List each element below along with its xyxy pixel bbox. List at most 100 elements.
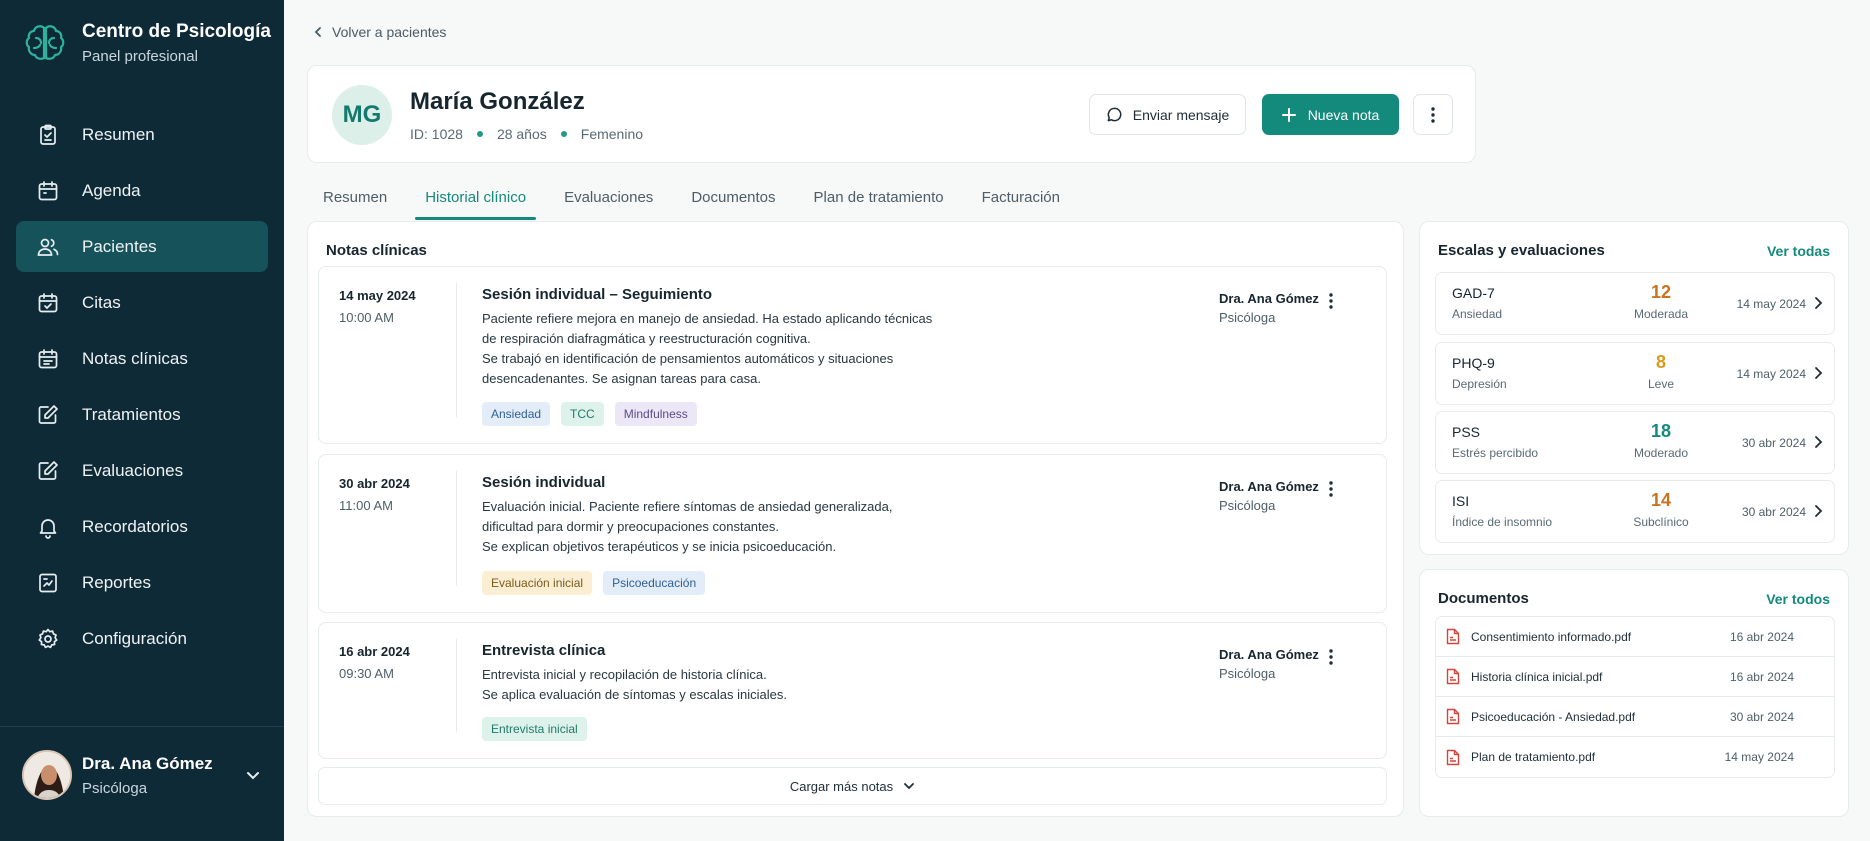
tab-evaluaciones[interactable]: Evaluaciones <box>548 184 669 220</box>
tag: Evaluación inicial <box>482 571 593 595</box>
scale-row[interactable]: GAD-7 Ansiedad 12 Moderada 14 may 2024 <box>1435 272 1835 335</box>
scale-row[interactable]: PHQ-9 Depresión 8 Leve 14 may 2024 <box>1435 342 1835 405</box>
document-row[interactable]: Consentimiento informado.pdf 16 abr 2024 <box>1436 617 1834 657</box>
sidebar-item-label: Configuración <box>82 628 187 648</box>
clinical-note[interactable]: 16 abr 2024 09:30 AM Entrevista clínica … <box>318 622 1387 759</box>
scale-date: 14 may 2024 <box>1736 297 1806 311</box>
brand-title: Centro de Psicología <box>82 21 271 42</box>
sidebar-item-label: Reportes <box>82 572 151 592</box>
load-more-label: Cargar más notas <box>789 778 894 794</box>
scale-description: Estrés percibido <box>1452 446 1539 460</box>
tab-documentos[interactable]: Documentos <box>675 184 791 220</box>
note-author-role: Psicóloga <box>1219 310 1276 325</box>
scale-level: Subclínico <box>1633 515 1689 529</box>
chevron-down-icon[interactable] <box>244 766 262 784</box>
gear-icon <box>38 628 58 648</box>
more-options-button[interactable] <box>1413 94 1453 135</box>
chevron-right-icon <box>1815 367 1823 379</box>
sidebar-item-agenda[interactable]: Agenda <box>16 165 268 216</box>
document-name: Historia clínica inicial.pdf <box>1471 669 1603 684</box>
scale-date: 30 abr 2024 <box>1741 436 1806 450</box>
view-all-documents-link[interactable]: Ver todos <box>1766 591 1830 607</box>
sidebar-item-tratamientos[interactable]: Tratamientos <box>16 389 268 440</box>
note-author-role: Psicóloga <box>1219 498 1276 513</box>
note-author-role: Psicóloga <box>1219 666 1276 681</box>
sidebar-item-citas[interactable]: Citas <box>16 277 268 328</box>
document-date: 16 abr 2024 <box>1729 629 1794 644</box>
pdf-file-icon <box>1446 668 1460 685</box>
patient-meta: ID: 1028 28 años Femenino <box>410 126 643 142</box>
tab-plan-de-tratamiento[interactable]: Plan de tratamiento <box>798 184 960 220</box>
new-note-button[interactable]: Nueva nota <box>1262 94 1399 135</box>
user-profile[interactable]: Dra. Ana Gómez Psicóloga <box>22 750 262 800</box>
more-vertical-icon <box>1329 649 1333 665</box>
panel-title: Notas clínicas <box>326 242 427 259</box>
scale-name: ISI <box>1452 493 1470 509</box>
tag: Ansiedad <box>482 402 551 426</box>
load-more-button[interactable]: Cargar más notas <box>318 767 1387 805</box>
tab-resumen[interactable]: Resumen <box>307 184 403 220</box>
view-all-scales-link[interactable]: Ver todas <box>1767 243 1830 259</box>
sidebar-item-resumen[interactable]: Resumen <box>16 109 268 160</box>
sidebar-item-pacientes[interactable]: Pacientes <box>16 221 268 272</box>
report-icon <box>39 573 57 592</box>
brand-subtitle: Panel profesional <box>82 48 198 65</box>
note-more-button[interactable] <box>1319 645 1343 669</box>
clinical-notes-panel: Notas clínicas 14 may 2024 10:00 AM Sesi… <box>307 221 1404 817</box>
note-date: 30 abr 2024 <box>339 476 410 491</box>
sidebar-item-label: Evaluaciones <box>82 460 184 480</box>
scale-name: GAD-7 <box>1452 285 1495 301</box>
scale-row[interactable]: PSS Estrés percibido 18 Moderado 30 abr … <box>1435 411 1835 474</box>
chevron-down-icon <box>904 783 915 790</box>
note-title: Sesión individual – Seguimiento <box>482 286 713 303</box>
chevron-right-icon <box>1815 505 1823 517</box>
scale-description: Ansiedad <box>1452 307 1503 321</box>
clinical-note[interactable]: 30 abr 2024 11:00 AM Sesión individual E… <box>318 454 1387 613</box>
sidebar-item-label: Recordatorios <box>82 516 188 536</box>
sidebar-item-label: Pacientes <box>82 236 157 256</box>
document-row[interactable]: Historia clínica inicial.pdf 16 abr 2024 <box>1436 657 1834 697</box>
note-body-line: Evaluación inicial. Paciente refiere sín… <box>482 499 893 514</box>
document-row[interactable]: Psicoeducación - Ansiedad.pdf 30 abr 202… <box>1436 697 1834 737</box>
back-link[interactable]: Volver a pacientes <box>312 24 446 40</box>
sidebar-item-label: Notas clínicas <box>82 348 188 368</box>
user-name: Dra. Ana Gómez <box>82 753 213 773</box>
tab-historial-clinico[interactable]: Historial clínico <box>409 184 542 220</box>
document-date: 14 may 2024 <box>1724 750 1794 764</box>
sidebar-item-reportes[interactable]: Reportes <box>16 557 268 608</box>
note-author: Dra. Ana Gómez <box>1219 647 1319 662</box>
more-vertical-icon <box>1329 481 1333 497</box>
patient-id: ID: 1028 <box>410 126 463 142</box>
send-message-button[interactable]: Enviar mensaje <box>1089 94 1246 135</box>
note-tags: Ansiedad TCC Mindfulness <box>482 402 708 426</box>
documents-list: Consentimiento informado.pdf 16 abr 2024… <box>1435 616 1835 778</box>
note-body-line: Se trabajó en identificación de pensamie… <box>482 351 894 366</box>
note-title: Sesión individual <box>482 474 606 491</box>
sidebar-divider <box>0 726 284 727</box>
note-author: Dra. Ana Gómez <box>1219 479 1319 494</box>
document-date: 30 abr 2024 <box>1729 709 1794 724</box>
edit-icon <box>38 460 58 480</box>
note-body-line: Paciente refiere mejora en manejo de ans… <box>482 311 933 326</box>
sidebar-item-label: Tratamientos <box>82 404 181 424</box>
scale-row[interactable]: ISI Índice de insomnio 14 Subclínico 30 … <box>1435 480 1835 543</box>
sidebar-item-recordatorios[interactable]: Recordatorios <box>16 501 268 552</box>
scale-date: 30 abr 2024 <box>1741 505 1806 519</box>
user-role: Psicóloga <box>82 779 148 797</box>
note-more-button[interactable] <box>1319 289 1343 313</box>
calendar-notes-icon <box>38 348 58 368</box>
tag: Psicoeducación <box>603 571 706 595</box>
document-row[interactable]: Plan de tratamiento.pdf 14 may 2024 <box>1436 737 1834 777</box>
note-body: Evaluación inicial. Paciente refiere sín… <box>482 497 952 557</box>
note-more-button[interactable] <box>1319 477 1343 501</box>
sidebar-item-configuracion[interactable]: Configuración <box>16 613 268 664</box>
pdf-file-icon <box>1446 708 1460 725</box>
clinical-note[interactable]: 14 may 2024 10:00 AM Sesión individual –… <box>318 266 1387 444</box>
brand: Centro de Psicología Panel profesional <box>22 20 271 66</box>
note-date: 16 abr 2024 <box>339 644 410 659</box>
chevron-left-icon <box>314 27 321 37</box>
tab-facturacion[interactable]: Facturación <box>966 184 1076 220</box>
sidebar-item-notas-clinicas[interactable]: Notas clínicas <box>16 333 268 384</box>
sidebar-item-evaluaciones[interactable]: Evaluaciones <box>16 445 268 496</box>
scales-panel: Escalas y evaluaciones Ver todas GAD-7 A… <box>1419 221 1849 555</box>
